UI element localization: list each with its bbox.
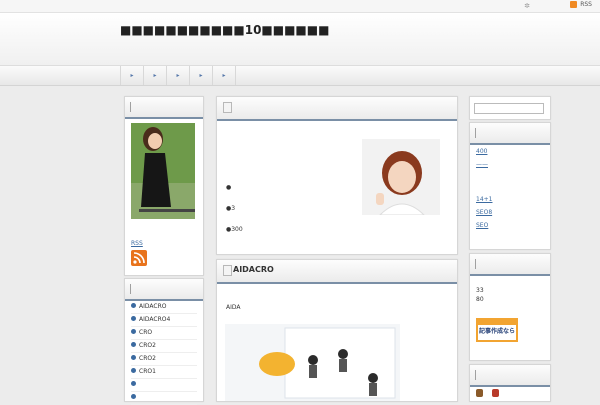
categories-widget-title bbox=[125, 279, 203, 301]
recent-post-link[interactable]: SEO8 bbox=[476, 209, 492, 216]
bottom-widget-title bbox=[470, 365, 550, 387]
post-thumbnail[interactable] bbox=[362, 139, 440, 215]
bullet-icon bbox=[131, 355, 136, 360]
profile-photo bbox=[131, 123, 195, 219]
search-widget bbox=[469, 96, 551, 120]
settings-icon[interactable]: ✲ bbox=[524, 2, 530, 10]
top-bar: ✲ RSS bbox=[0, 0, 600, 13]
post-card-1: ● ●3 ●300 bbox=[216, 96, 458, 255]
bullet-icon bbox=[131, 342, 136, 347]
rss-icon bbox=[570, 1, 578, 8]
recent-posts-title bbox=[470, 123, 550, 145]
category-item[interactable]: CRO2 bbox=[131, 353, 197, 366]
site-header: ■■■■■■■■■■■10■■■■■■ bbox=[0, 13, 600, 66]
bullet-icon bbox=[131, 329, 136, 334]
recent-post-link[interactable]: 400 bbox=[476, 148, 487, 155]
category-item[interactable]: CRO1 bbox=[131, 366, 197, 379]
recent-posts-widget: 400 —— 14+1 SEO8 SEO bbox=[469, 122, 551, 250]
nav-item-5[interactable]: ▸ bbox=[212, 66, 236, 85]
nav-item-3[interactable]: ▸ bbox=[166, 66, 189, 85]
bottom-widget bbox=[469, 364, 551, 402]
badge-icon[interactable] bbox=[492, 389, 499, 397]
ad-banner[interactable]: 記事作成なら bbox=[476, 318, 518, 342]
rss-link[interactable]: RSS bbox=[570, 1, 592, 8]
recent-post-link[interactable]: —— bbox=[476, 161, 488, 168]
site-title[interactable]: ■■■■■■■■■■■10■■■■■■ bbox=[120, 23, 329, 37]
category-item[interactable]: CRO bbox=[131, 327, 197, 340]
document-icon bbox=[223, 102, 232, 113]
post-line: ●3 bbox=[226, 205, 236, 212]
categories-widget: AIDACRO AIDACRO4 CRO CRO2 CRO2 CRO1 bbox=[124, 278, 204, 405]
badge-icon[interactable] bbox=[476, 389, 483, 397]
post-title[interactable]: AIDACRO bbox=[233, 265, 274, 274]
nav-item-2[interactable]: ▸ bbox=[143, 66, 166, 85]
ad-banner-text: 記事作成なら bbox=[479, 328, 516, 335]
profile-widget: RSS bbox=[124, 96, 204, 276]
category-item[interactable]: AIDACRO bbox=[131, 301, 197, 314]
recent-post-link[interactable]: SEO bbox=[476, 222, 488, 229]
category-item[interactable] bbox=[131, 392, 197, 405]
bullet-icon bbox=[131, 394, 136, 399]
nav-item-1[interactable]: ▸ bbox=[120, 66, 143, 85]
rss-label: RSS bbox=[580, 1, 592, 8]
post-intro: AIDA bbox=[226, 304, 241, 311]
bullet-icon bbox=[131, 368, 136, 373]
post-title-bar: AIDACRO bbox=[217, 260, 457, 284]
stats-line: 33 bbox=[476, 287, 484, 294]
bullet-icon bbox=[131, 316, 136, 321]
category-item[interactable]: AIDACRO4 bbox=[131, 314, 197, 327]
rss-text-link[interactable]: RSS bbox=[131, 240, 143, 247]
document-icon bbox=[223, 265, 232, 276]
stats-line: 80 bbox=[476, 296, 484, 303]
global-nav: ▸ ▸ ▸ ▸ ▸ bbox=[0, 66, 600, 86]
search-input[interactable] bbox=[474, 103, 544, 114]
category-item[interactable] bbox=[131, 379, 197, 392]
bullet-icon bbox=[131, 381, 136, 386]
nav-item-4[interactable]: ▸ bbox=[189, 66, 212, 85]
post-title-bar bbox=[217, 97, 457, 121]
post-line: ● bbox=[226, 184, 232, 191]
post-image[interactable] bbox=[225, 324, 400, 401]
post-line: ●300 bbox=[226, 226, 243, 233]
stats-widget-title bbox=[470, 254, 550, 276]
recent-post-link[interactable]: 14+1 bbox=[476, 196, 492, 203]
profile-widget-title bbox=[125, 97, 203, 119]
stats-widget: 33 80 記事作成なら bbox=[469, 253, 551, 361]
category-item[interactable]: CRO2 bbox=[131, 340, 197, 353]
rss-feed-icon[interactable] bbox=[131, 250, 147, 266]
bullet-icon bbox=[131, 303, 136, 308]
post-card-2: AIDACRO AIDA bbox=[216, 259, 458, 402]
